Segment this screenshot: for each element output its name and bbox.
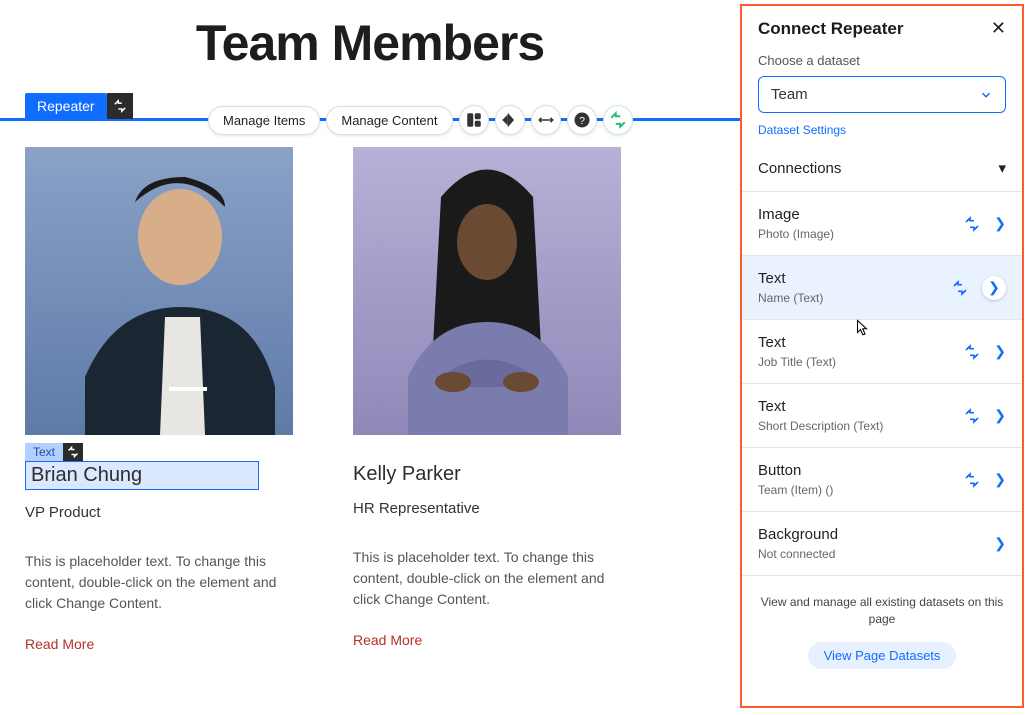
caret-down-icon: ▾ [998,159,1006,177]
manage-items-button[interactable]: Manage Items [208,106,320,135]
connection-subtitle: Team (Item) () [758,483,833,497]
connection-subtitle: Job Title (Text) [758,355,836,369]
layout-icon[interactable] [459,105,489,135]
connection-row-button[interactable]: Button Team (Item) () ❯ [742,448,1022,512]
dataset-settings-link[interactable]: Dataset Settings [758,123,846,137]
member-job-title[interactable]: HR Representative [353,500,621,517]
chevron-right-icon: ❯ [994,535,1006,552]
connection-subtitle: Photo (Image) [758,227,834,241]
member-description[interactable]: This is placeholder text. To change this… [353,547,621,610]
connect-repeater-panel: Connect Repeater ✕ Choose a dataset Team… [740,4,1024,708]
footer-help-text: View and manage all existing datasets on… [760,594,1004,628]
close-icon[interactable]: ✕ [991,18,1006,39]
member-job-title[interactable]: VP Product [25,504,293,521]
chevron-down-icon [979,88,993,102]
stretch-icon[interactable] [531,105,561,135]
connection-row-shortdesc[interactable]: Text Short Description (Text) ❯ [742,384,1022,448]
connection-subtitle: Name (Text) [758,291,823,305]
view-page-datasets-button[interactable]: View Page Datasets [808,642,957,669]
panel-title: Connect Repeater [758,19,903,39]
bound-icon [952,280,968,296]
connection-title: Image [758,206,834,223]
member-description[interactable]: This is placeholder text. To change this… [25,551,293,614]
connection-title: Text [758,398,883,415]
choose-dataset-label: Choose a dataset [758,53,1006,68]
read-more-link[interactable]: Read More [25,636,94,652]
svg-text:?: ? [579,115,585,127]
connection-title: Text [758,334,836,351]
help-icon[interactable]: ? [567,105,597,135]
bound-icon [964,408,980,424]
connection-subtitle: Short Description (Text) [758,419,883,433]
chevron-right-icon: ❯ [994,407,1006,424]
connection-title: Text [758,270,823,287]
connections-label: Connections [758,160,841,177]
member-name[interactable]: Kelly Parker [353,463,621,486]
member-name[interactable]: Brian Chung [25,461,259,490]
connections-header[interactable]: Connections ▾ [742,139,1022,191]
dataset-dropdown[interactable]: Team [758,76,1006,113]
connection-row-name[interactable]: Text Name (Text) ❯ [742,256,1022,320]
repeater-tag-label: Repeater [25,93,107,119]
connection-row-image[interactable]: Image Photo (Image) ❯ [742,192,1022,256]
manage-content-button[interactable]: Manage Content [326,106,452,135]
connection-row-background[interactable]: Background Not connected ❯ [742,512,1022,576]
chevron-right-icon: ❯ [994,343,1006,360]
dataset-selected-value: Team [771,86,808,103]
data-binding-icon[interactable] [107,93,133,119]
connections-list: Image Photo (Image) ❯ Text Name (Text) ❯ T… [742,191,1022,576]
text-tag-label: Text [25,443,63,461]
connection-row-jobtitle[interactable]: Text Job Title (Text) ❯ [742,320,1022,384]
member-photo[interactable] [25,147,293,435]
connection-title: Background [758,526,838,543]
member-photo[interactable] [353,147,621,435]
text-element-tag[interactable]: Text [25,443,293,461]
connection-subtitle: Not connected [758,547,838,561]
chevron-right-icon: ❯ [994,215,1006,232]
team-card[interactable]: Text Brian Chung VP Product This is plac… [25,147,293,654]
bound-icon [964,344,980,360]
team-card[interactable]: Kelly Parker HR Representative This is p… [353,147,621,654]
floating-toolbar: Manage Items Manage Content ? [208,105,633,135]
chevron-right-icon: ❯ [994,471,1006,488]
repeater-container[interactable]: Repeater Manage Items Manage Content ? [0,118,740,654]
data-binding-icon[interactable] [63,443,83,461]
bound-icon [964,472,980,488]
repeater-tag[interactable]: Repeater [25,93,133,119]
read-more-link[interactable]: Read More [353,632,422,648]
connection-title: Button [758,462,833,479]
animation-icon[interactable] [495,105,525,135]
bound-icon [964,216,980,232]
chevron-right-icon: ❯ [982,276,1006,300]
connect-data-icon[interactable] [603,105,633,135]
page-title: Team Members [0,14,740,72]
